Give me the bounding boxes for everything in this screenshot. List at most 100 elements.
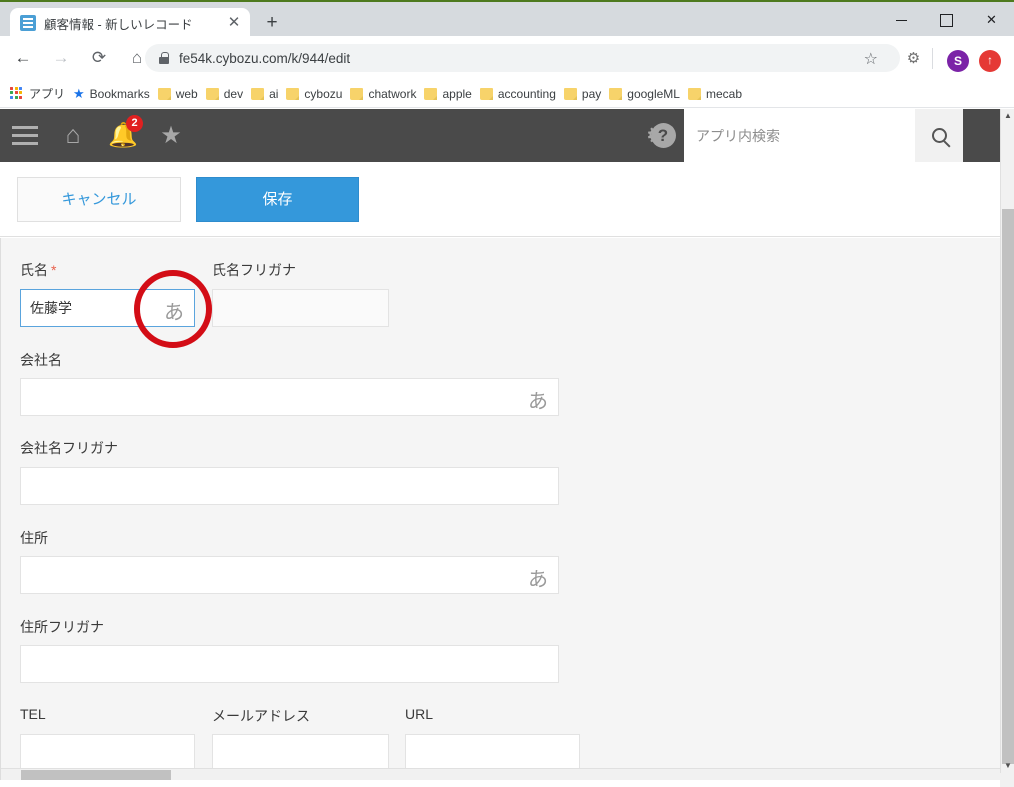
folder-icon [563, 87, 577, 100]
record-form: 氏名* あ 氏名フリガナ 会社名 あ 会社名フリガナ 住所 あ 住所フリガナ T… [0, 238, 1001, 780]
bookmark-item-web[interactable]: web [157, 86, 198, 101]
field-label-tel: TEL [20, 706, 46, 722]
tel-input[interactable] [20, 734, 195, 772]
bookmark-item-ai[interactable]: ai [251, 87, 278, 101]
bookmark-item-apps[interactable]: アプリ [10, 85, 65, 102]
cancel-button[interactable]: キャンセル [17, 177, 181, 222]
bookmark-label: googleML [627, 86, 680, 101]
bookmark-label: web [175, 86, 198, 101]
email-input[interactable] [212, 734, 389, 772]
home-icon[interactable]: ⌂ [54, 109, 92, 162]
favorite-star-icon[interactable]: ★ [152, 109, 190, 162]
label-text: 氏名 [20, 262, 48, 278]
bookmark-label: mecab [705, 86, 743, 101]
company-input[interactable] [20, 378, 559, 416]
horizontal-scrollbar[interactable] [1, 768, 1001, 780]
reload-icon[interactable]: ⟳ [84, 43, 114, 73]
bookmark-item-accounting[interactable]: accounting [479, 86, 556, 101]
bookmark-label: accounting [497, 86, 556, 101]
required-marker: * [51, 262, 57, 278]
scroll-down-icon[interactable]: ▼ [1001, 759, 1014, 773]
bell-icon[interactable]: 🔔 2 [104, 109, 143, 162]
vertical-scrollbar[interactable]: ▲ ▼ [1000, 109, 1014, 787]
extension-gear-icon[interactable]: ⚙ [905, 50, 922, 67]
lock-icon [159, 52, 169, 64]
name-kana-input[interactable] [212, 289, 389, 327]
minimize-icon[interactable] [879, 2, 924, 38]
new-tab-button[interactable]: + [260, 12, 284, 36]
bookmark-label: pay [581, 86, 602, 101]
field-label-name: 氏名 * [20, 260, 56, 280]
folder-icon [479, 87, 493, 100]
bookmark-item-chatwork[interactable]: chatwork [350, 87, 416, 101]
browser-tab[interactable]: 顧客情報 - 新しいレコード ✕ [10, 8, 250, 38]
browser-titlebar: 顧客情報 - 新しいレコード ✕ + ✕ [0, 0, 1014, 38]
window-controls: ✕ [879, 2, 1014, 38]
bookmarks-bar: アプリ ★ Bookmarks web dev ai cybozu chatwo… [0, 80, 1014, 108]
avatar[interactable]: S [947, 50, 969, 72]
search-button[interactable] [915, 109, 963, 162]
bookmark-item-apple[interactable]: apple [424, 86, 472, 101]
bookmark-label: Bookmarks [89, 86, 150, 101]
bookmark-item-mecab[interactable]: mecab [687, 86, 743, 101]
kintone-header: ⌂ 🔔 2 ★ ⚙ ? [0, 109, 1000, 162]
vertical-scrollbar-thumb[interactable] [1002, 209, 1014, 764]
bookmark-label: アプリ [29, 87, 66, 101]
help-icon[interactable]: ? [645, 109, 681, 162]
forward-icon[interactable]: → [46, 43, 76, 73]
apps-grid-icon [10, 86, 24, 101]
bookmark-item-googleml[interactable]: googleML [609, 87, 680, 101]
field-label-url: URL [405, 706, 434, 722]
address-bar[interactable]: fe54k.cybozu.com/k/944/edit ☆ [145, 44, 900, 72]
back-icon[interactable]: ← [8, 43, 38, 73]
maximize-icon[interactable] [924, 2, 969, 38]
horizontal-scrollbar-thumb[interactable] [21, 770, 171, 780]
url-text: fe54k.cybozu.com/k/944/edit [179, 50, 351, 66]
folder-icon [286, 87, 300, 100]
bookmark-item-cybozu[interactable]: cybozu [286, 87, 342, 101]
browser-toolbar: ← → ⟳ ⌂ fe54k.cybozu.com/k/944/edit ☆ ⚙ [0, 36, 1014, 80]
bookmark-item-dev[interactable]: dev [205, 86, 244, 101]
save-button[interactable]: 保存 [196, 177, 359, 222]
field-label-address: 住所 [20, 530, 48, 546]
bookmark-item-pay[interactable]: pay [563, 86, 602, 101]
folder-icon [609, 87, 623, 100]
scrollbar-corner [1000, 773, 1014, 787]
address-input[interactable] [20, 556, 559, 594]
folder-icon [687, 87, 701, 100]
bookmark-label: dev [223, 86, 244, 101]
tab-title: 顧客情報 - 新しいレコード [44, 17, 193, 32]
folder-icon [350, 87, 364, 100]
name-input[interactable] [20, 289, 195, 327]
folder-icon [424, 87, 438, 100]
scroll-up-icon[interactable]: ▲ [1001, 109, 1014, 123]
folder-icon [205, 87, 219, 100]
bookmark-label: apple [442, 86, 472, 101]
field-label-company: 会社名 [20, 352, 62, 368]
folder-icon [251, 87, 265, 100]
search-icon [931, 128, 947, 143]
company-kana-input[interactable] [20, 467, 559, 505]
bookmark-label: ai [269, 86, 279, 101]
bookmark-item-bookmarks[interactable]: ★ Bookmarks [73, 86, 150, 102]
bookmark-label: chatwork [368, 86, 417, 101]
update-arrow-icon[interactable]: ↑ [979, 50, 1001, 72]
app-search-box[interactable] [684, 109, 915, 162]
list-app-icon [20, 15, 36, 31]
url-input[interactable] [405, 734, 580, 772]
close-icon[interactable]: ✕ [226, 15, 242, 31]
bookmark-star-icon[interactable]: ☆ [864, 49, 878, 69]
field-label-name-kana: 氏名フリガナ [212, 262, 296, 278]
address-kana-input[interactable] [20, 645, 559, 683]
field-label-address-kana: 住所フリガナ [20, 619, 104, 635]
star-icon: ★ [73, 85, 85, 101]
close-icon[interactable]: ✕ [969, 2, 1014, 38]
header-right-filler [963, 109, 1000, 162]
bookmark-label: cybozu [304, 86, 343, 101]
record-action-bar: キャンセル 保存 [0, 162, 1000, 237]
notification-badge: 2 [126, 115, 143, 132]
toolbar-divider [932, 48, 933, 69]
folder-icon [157, 87, 171, 100]
search-input[interactable] [684, 109, 915, 162]
hamburger-icon[interactable] [6, 109, 44, 162]
